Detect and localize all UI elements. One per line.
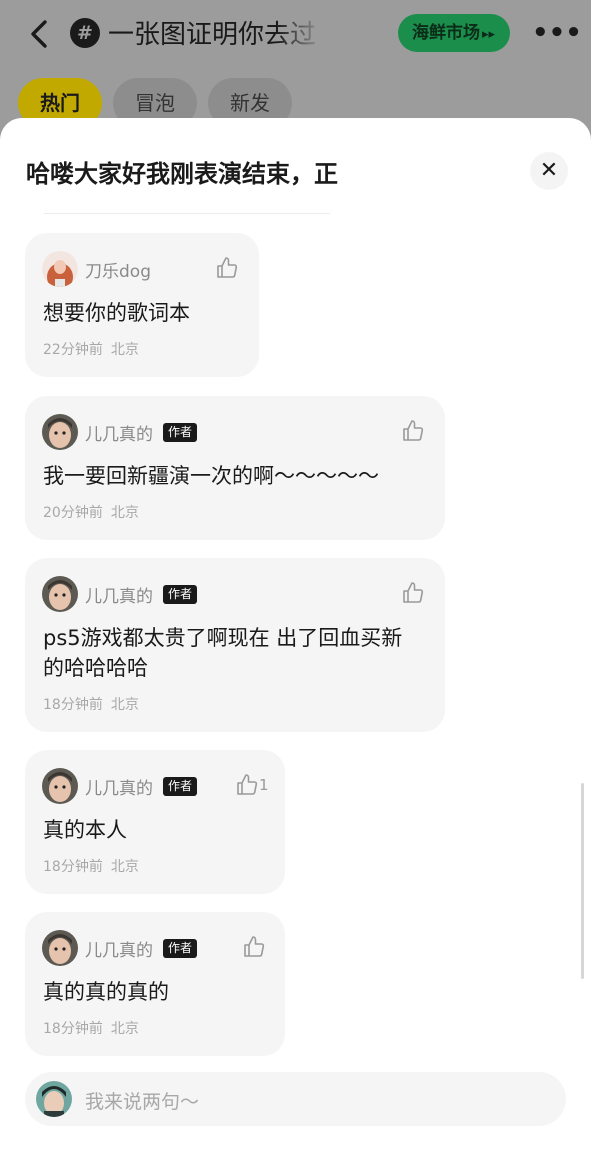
comment-time: 18分钟前 — [43, 1021, 103, 1037]
like-count: 1 — [259, 776, 269, 794]
comment-text: 真的本人 — [43, 818, 127, 842]
user-name[interactable]: 儿几真的 — [85, 774, 153, 799]
avatar[interactable] — [42, 414, 78, 450]
comment-time: 22分钟前 — [43, 342, 103, 358]
comment-card[interactable]: 儿几真的 作者 1 真的本人 18分钟前 北京 — [25, 750, 285, 894]
comment-input-bar[interactable]: 我来说两句～ — [25, 1072, 566, 1126]
like-button[interactable] — [401, 418, 425, 444]
user-name[interactable]: 儿几真的 — [85, 582, 153, 607]
thumbs-up-icon — [217, 257, 238, 278]
comment-meta: 18分钟前 北京 — [43, 856, 139, 876]
like-button[interactable] — [242, 934, 266, 960]
close-button[interactable]: ✕ — [530, 152, 568, 190]
comment-card[interactable]: 刀乐dog 想要你的歌词本 22分钟前 北京 — [25, 233, 259, 377]
comment-location: 北京 — [110, 859, 139, 875]
topic-title[interactable]: 一张图证明你去过 — [108, 14, 324, 51]
more-button[interactable]: ••• — [532, 16, 582, 50]
like-button[interactable] — [215, 255, 239, 281]
author-badge: 作者 — [163, 423, 198, 442]
comment-meta: 20分钟前 北京 — [43, 502, 139, 522]
comment-card[interactable]: 儿几真的 作者 真的真的真的 18分钟前 北京 — [25, 912, 285, 1056]
comment-text: 想要你的歌词本 — [43, 301, 190, 325]
avatar[interactable] — [42, 576, 78, 612]
comment-meta: 22分钟前 北京 — [43, 339, 139, 359]
comment-text: 我一要回新疆演一次的啊～～～～～ — [43, 464, 379, 488]
comment-meta: 18分钟前 北京 — [43, 1018, 139, 1038]
comment-text: ps5游戏都太贵了啊现在 出了回血买新的哈哈哈哈 — [43, 626, 403, 680]
comment-meta: 18分钟前 北京 — [43, 694, 139, 714]
sheet-title: 哈喽大家好我刚表演结束，正 — [26, 160, 338, 188]
thumbs-up-icon — [403, 420, 424, 441]
divider — [44, 213, 330, 214]
thumbs-up-icon — [244, 936, 265, 957]
comment-input[interactable]: 我来说两句～ — [85, 1087, 199, 1114]
user-name[interactable]: 儿几真的 — [85, 936, 153, 961]
scrollbar[interactable] — [581, 783, 584, 979]
like-button[interactable] — [401, 580, 425, 606]
thumbs-up-icon — [403, 582, 424, 603]
avatar — [36, 1081, 72, 1117]
comment-location: 北京 — [110, 1021, 139, 1037]
user-name[interactable]: 刀乐dog — [85, 257, 151, 282]
hashtag-icon: # — [70, 18, 100, 48]
double-chevron-right-icon: ▸▸ — [482, 27, 496, 42]
close-icon: ✕ — [539, 158, 559, 183]
avatar[interactable] — [42, 251, 78, 287]
like-button[interactable]: 1 — [235, 772, 269, 798]
comment-time: 18分钟前 — [43, 859, 103, 875]
avatar[interactable] — [42, 768, 78, 804]
chevron-left-icon — [31, 20, 47, 48]
author-badge: 作者 — [163, 585, 198, 604]
seafood-market-label: 海鲜市场 — [412, 23, 480, 43]
thumbs-up-icon — [237, 774, 258, 795]
comment-card[interactable]: 儿几真的 作者 我一要回新疆演一次的啊～～～～～ 20分钟前 北京 — [25, 396, 445, 540]
comment-location: 北京 — [110, 342, 139, 358]
comment-card[interactable]: 儿几真的 作者 ps5游戏都太贵了啊现在 出了回血买新的哈哈哈哈 18分钟前 北京 — [25, 558, 445, 732]
comment-location: 北京 — [110, 505, 139, 521]
comment-time: 20分钟前 — [43, 505, 103, 521]
seafood-market-button[interactable]: 海鲜市场 ▸▸ — [398, 14, 510, 52]
comment-location: 北京 — [110, 697, 139, 713]
more-dots-icon: ••• — [532, 18, 582, 48]
author-badge: 作者 — [163, 939, 198, 958]
user-name[interactable]: 儿几真的 — [85, 420, 153, 445]
comment-time: 18分钟前 — [43, 697, 103, 713]
author-badge: 作者 — [163, 777, 198, 796]
back-button[interactable] — [24, 14, 58, 54]
avatar[interactable] — [42, 930, 78, 966]
comment-text: 真的真的真的 — [43, 980, 169, 1004]
